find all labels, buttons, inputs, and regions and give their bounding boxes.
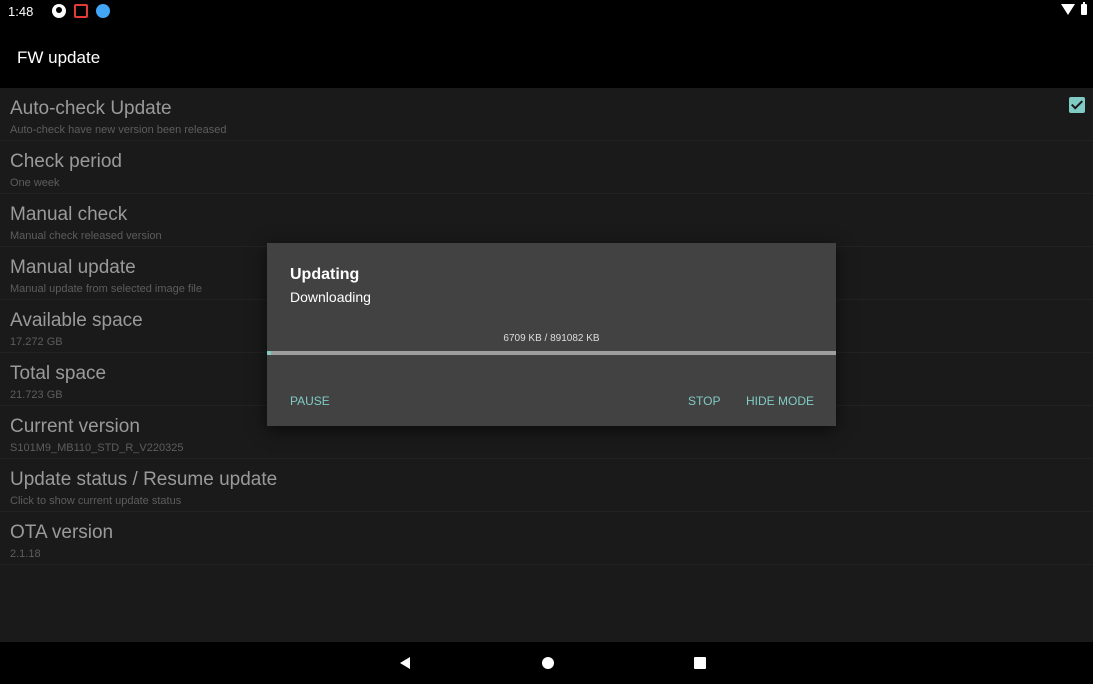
home-icon[interactable] [542,657,554,669]
dialog-title: Updating [290,266,360,283]
setting-title: Auto-check Update [10,98,172,119]
progress-text: 6709 KB / 891082 KB [503,333,600,344]
setting-summary: 17.272 GB [10,336,63,348]
app-icon [74,4,88,18]
status-system-icons [1061,2,1087,15]
action-bar: FW update [0,24,1093,88]
back-icon[interactable] [400,657,410,669]
setting-title: Available space [10,310,143,331]
hide-mode-button[interactable]: HIDE MODE [746,394,814,408]
setting-manual-check[interactable]: Manual check Manual check released versi… [0,194,1093,247]
notification-icon [52,4,66,18]
setting-title: Total space [10,363,107,384]
battery-icon [1081,2,1087,15]
wifi-icon [1061,4,1075,15]
setting-title: Current version [10,416,140,437]
setting-auto-check-update[interactable]: Auto-check Update Auto-check have new ve… [0,88,1093,141]
status-bar: 1:48 [0,0,1093,24]
setting-summary: One week [10,177,60,189]
setting-summary: 2.1.18 [10,548,41,560]
status-time: 1:48 [8,4,34,19]
progress-fill [267,351,272,355]
setting-summary: Manual update from selected image file [10,283,202,295]
status-notification-icons [52,4,110,18]
updating-dialog: Updating Downloading 6709 KB / 891082 KB… [267,243,836,426]
setting-summary: 21.723 GB [10,389,63,401]
setting-title: Manual check [10,204,128,225]
setting-ota-version[interactable]: OTA version 2.1.18 [0,512,1093,565]
setting-summary: Click to show current update status [10,495,182,507]
setting-check-period[interactable]: Check period One week [0,141,1093,194]
recents-icon[interactable] [694,657,706,669]
pause-button[interactable]: PAUSE [290,394,330,408]
setting-title: OTA version [10,522,114,543]
progress-bar [267,351,836,355]
setting-summary: S101M9_MB110_STD_R_V220325 [10,442,184,454]
setting-summary: Manual check released version [10,230,162,242]
navigation-bar [0,642,1093,684]
browser-icon [96,4,110,18]
page-title: FW update [17,48,101,67]
stop-button[interactable]: STOP [688,394,720,408]
setting-title: Manual update [10,257,136,278]
dialog-subtitle: Downloading [290,289,371,305]
setting-summary: Auto-check have new version been release… [10,124,227,136]
setting-update-status[interactable]: Update status / Resume update Click to s… [0,459,1093,512]
auto-check-checkbox[interactable] [1069,97,1085,113]
setting-title: Update status / Resume update [10,469,278,490]
setting-title: Check period [10,151,122,172]
